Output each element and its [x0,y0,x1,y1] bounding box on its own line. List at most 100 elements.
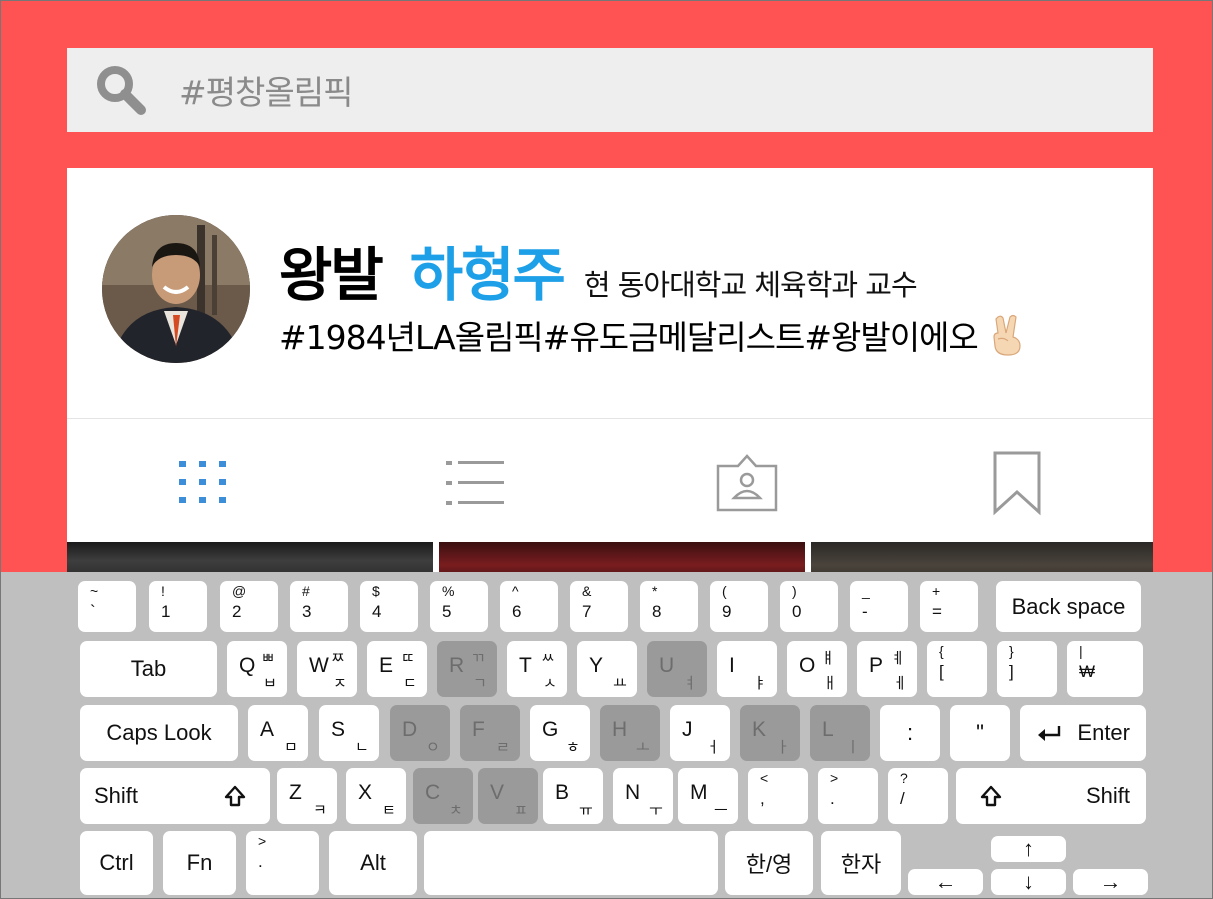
arrow-left-key[interactable]: ← [908,869,983,895]
key-a[interactable]: Aㅁ [248,705,308,761]
key-label: ㅆ [541,650,555,667]
key-label: M [690,781,708,804]
key-t[interactable]: Tㅆㅅ [507,641,567,697]
profile-title: 현 동아대학교 체육학과 교수 [583,268,918,302]
key-z[interactable]: Zㅋ [277,768,337,824]
key-y[interactable]: Yㅛ [577,641,637,697]
key-label: ㄴ [355,739,369,756]
tab-key[interactable]: Tab [80,641,217,697]
key-3[interactable]: #3 [290,581,348,632]
key-label: P [869,654,884,677]
key-label: F [472,718,485,741]
key-n[interactable]: Nㅜ [613,768,673,824]
tab-tagged[interactable] [707,450,787,516]
key-1[interactable]: ! 1 [149,581,207,632]
key-5[interactable]: % 5 [430,581,488,632]
key-=[interactable]: + = [920,581,978,632]
key-h[interactable]: Hㅗ [600,705,660,761]
key-punct-1[interactable]: >. [818,768,878,824]
key-e[interactable]: Eㄸㄷ [367,641,427,697]
key-4[interactable]: $4 [360,581,418,632]
key-6[interactable]: ^ 6 [500,581,558,632]
key-label: I [729,654,735,677]
key-l[interactable]: Lㅣ [810,705,870,761]
key-9[interactable]: (9 [710,581,768,632]
ctrl-key[interactable]: Ctrl [80,831,153,895]
han-yeong-key[interactable]: 한/영 [725,831,813,895]
arrow-up-key[interactable]: ↑ [991,836,1066,862]
bio-hashtags[interactable]: #1984년LA올림픽#유도금메달리스트#왕발이에오 [279,311,979,359]
key-label: > [258,833,267,849]
key-label: ㅕ [683,675,697,692]
backspace-key[interactable]: Back space [996,581,1141,632]
key-v[interactable]: Vㅍ [478,768,538,824]
shift-arrow-icon [980,785,1002,807]
key-x[interactable]: Xㅌ [346,768,406,824]
key-label: ^ [512,583,519,599]
colon-key[interactable]: : [880,705,940,761]
key-punct-0[interactable]: <, [748,768,808,824]
tab-grid[interactable] [163,450,243,516]
key-label: ~ [90,583,99,599]
key-`[interactable]: ~ ` [78,581,136,632]
key-label: ↑ [1023,836,1034,861]
key-r[interactable]: Rㄲㄱ [437,641,497,697]
key-label: | [1079,643,1083,659]
key-u[interactable]: Uㅕ [647,641,707,697]
fn-key[interactable]: Fn [163,831,236,895]
hanja-key[interactable]: 한자 [821,831,901,895]
arrow-right-key[interactable]: → [1073,869,1148,895]
key-bracket-2[interactable]: | ₩ [1067,641,1143,697]
arrow-down-key[interactable]: ↓ [991,869,1066,895]
enter-key[interactable]: Enter [1020,705,1146,761]
key-j[interactable]: Jㅓ [670,705,730,761]
key-label: J [682,718,693,741]
key-7[interactable]: & 7 [570,581,628,632]
key--[interactable]: _ - [850,581,908,632]
key-b[interactable]: Bㅠ [543,768,603,824]
key-punct-2[interactable]: ? / [888,768,948,824]
key-8[interactable]: * 8 [640,581,698,632]
key-label: ㅣ [846,739,860,756]
key-q[interactable]: Qㅃㅂ [227,641,287,697]
key-bracket-1[interactable]: }] [997,641,1057,697]
key-label: < [760,770,769,786]
caps-lock-key[interactable]: Caps Look [80,705,238,761]
key-label: > [830,770,839,786]
search-icon[interactable] [95,64,147,116]
key-m[interactable]: Mㅡ [678,768,738,824]
quote-key[interactable]: " [950,705,1010,761]
key-2[interactable]: @2 [220,581,278,632]
key-label: Z [289,781,302,804]
avatar[interactable] [102,215,250,363]
key-d[interactable]: Dㅇ [390,705,450,761]
key-f[interactable]: Fㄹ [460,705,520,761]
shift-right-key[interactable]: Shift [956,768,1146,824]
victory-hand-icon [993,314,1021,356]
key-g[interactable]: Gㅎ [530,705,590,761]
key-c[interactable]: Cㅊ [413,768,473,824]
key-0[interactable]: ) 0 [780,581,838,632]
key-w[interactable]: Wㅉㅈ [297,641,357,697]
tab-saved[interactable] [977,450,1057,516]
key-label: ? [900,770,908,786]
key-label: ( [722,583,727,599]
search-bar[interactable]: #평창올림픽 [67,48,1153,132]
key-k[interactable]: Kㅏ [740,705,800,761]
key-bracket-0[interactable]: {[ [927,641,987,697]
key-label: ㅍ [514,802,528,819]
period-key[interactable]: >. [246,831,319,895]
key-label: 4 [372,602,382,621]
key-i[interactable]: Iㅑ [717,641,777,697]
tab-list[interactable] [435,450,515,516]
space-key[interactable] [424,831,718,895]
profile-name-line: 왕발 하형주 현 동아대학교 체육학과 교수 [279,228,918,312]
key-s[interactable]: Sㄴ [319,705,379,761]
key-label: N [625,781,641,804]
key-p[interactable]: Pㅖㅔ [857,641,917,697]
key-label: ㅋ [313,802,327,819]
search-query[interactable]: #평창올림픽 [179,66,353,114]
key-o[interactable]: Oㅒㅐ [787,641,847,697]
alt-key[interactable]: Alt [329,831,417,895]
shift-left-key[interactable]: Shift [80,768,270,824]
